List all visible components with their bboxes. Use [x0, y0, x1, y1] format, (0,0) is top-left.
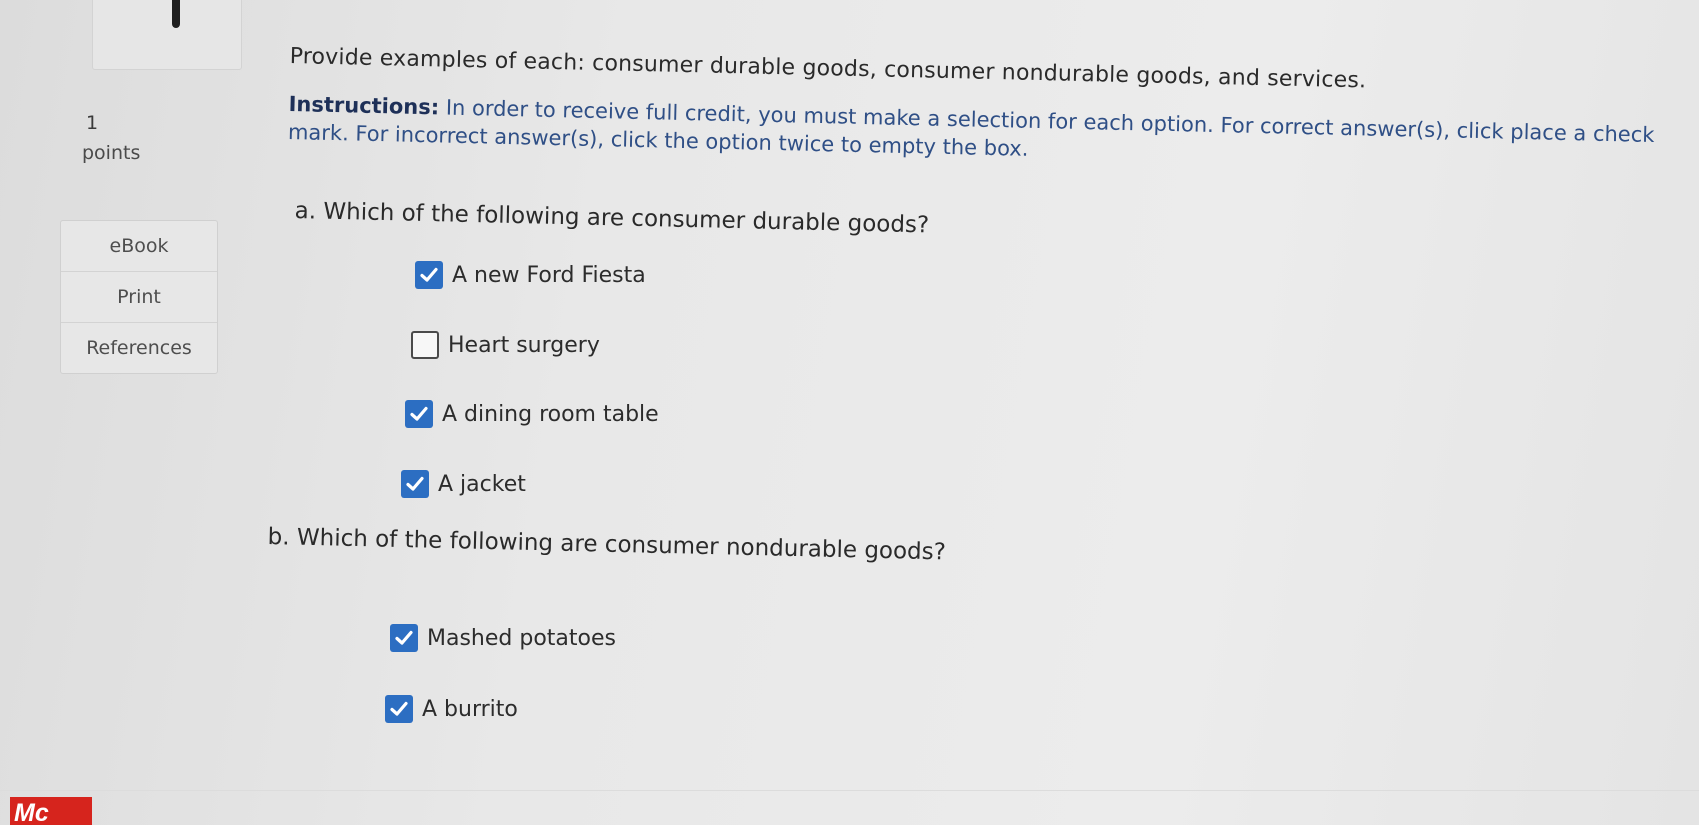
checkbox-checked[interactable]: [401, 470, 429, 498]
instructions-text: In order to receive full credit, you mus…: [287, 95, 1655, 161]
part-b: b. Which of the following are consumer n…: [267, 524, 946, 565]
checkmark-icon: [395, 630, 413, 645]
option-label: A burrito: [422, 696, 518, 722]
checkmark-icon: [420, 267, 438, 282]
question-header: Provide examples of each: consumer durab…: [288, 44, 1685, 178]
option-label: A dining room table: [442, 401, 659, 427]
option-label: A new Ford Fiesta: [452, 262, 646, 288]
part-b-title: b. Which of the following are consumer n…: [267, 524, 947, 566]
part-a-title: a. Which of the following are consumer d…: [294, 198, 930, 239]
references-button[interactable]: References: [61, 323, 217, 374]
checkmark-icon: [390, 701, 408, 716]
print-button[interactable]: Print: [61, 272, 217, 323]
footer-divider: [0, 790, 1699, 791]
checkmark-icon: [406, 476, 424, 491]
resource-panel: eBook Print References: [60, 220, 218, 374]
durable-option-3[interactable]: A dining room table: [405, 400, 659, 428]
nondurable-option-2[interactable]: A burrito: [385, 695, 518, 723]
nondurable-option-1[interactable]: Mashed potatoes: [390, 624, 616, 652]
checkbox-checked[interactable]: [385, 695, 413, 723]
previous-card: [92, 0, 242, 70]
question-prompt: Provide examples of each: consumer durab…: [289, 44, 1367, 94]
instructions-label: Instructions:: [288, 91, 440, 120]
drag-handle: [172, 0, 180, 28]
points-label: points: [82, 142, 141, 164]
quiz-page: 1 points eBook Print References Provide …: [0, 0, 1699, 825]
durable-option-4[interactable]: A jacket: [401, 470, 526, 498]
checkmark-icon: [410, 406, 428, 421]
option-label: Heart surgery: [448, 332, 600, 358]
checkbox-checked[interactable]: [390, 624, 418, 652]
part-a: a. Which of the following are consumer d…: [294, 198, 929, 238]
mcgraw-hill-logo: Mc: [10, 797, 92, 825]
checkbox-empty[interactable]: [411, 331, 439, 359]
option-label: Mashed potatoes: [427, 625, 616, 651]
checkbox-checked[interactable]: [405, 400, 433, 428]
checkbox-checked[interactable]: [415, 261, 443, 289]
durable-option-1[interactable]: A new Ford Fiesta: [415, 261, 646, 289]
ebook-button[interactable]: eBook: [61, 221, 217, 272]
option-label: A jacket: [438, 471, 526, 497]
durable-option-2[interactable]: Heart surgery: [411, 331, 600, 359]
instructions: Instructions: In order to receive full c…: [288, 90, 1684, 178]
points-value: 1: [86, 112, 99, 134]
